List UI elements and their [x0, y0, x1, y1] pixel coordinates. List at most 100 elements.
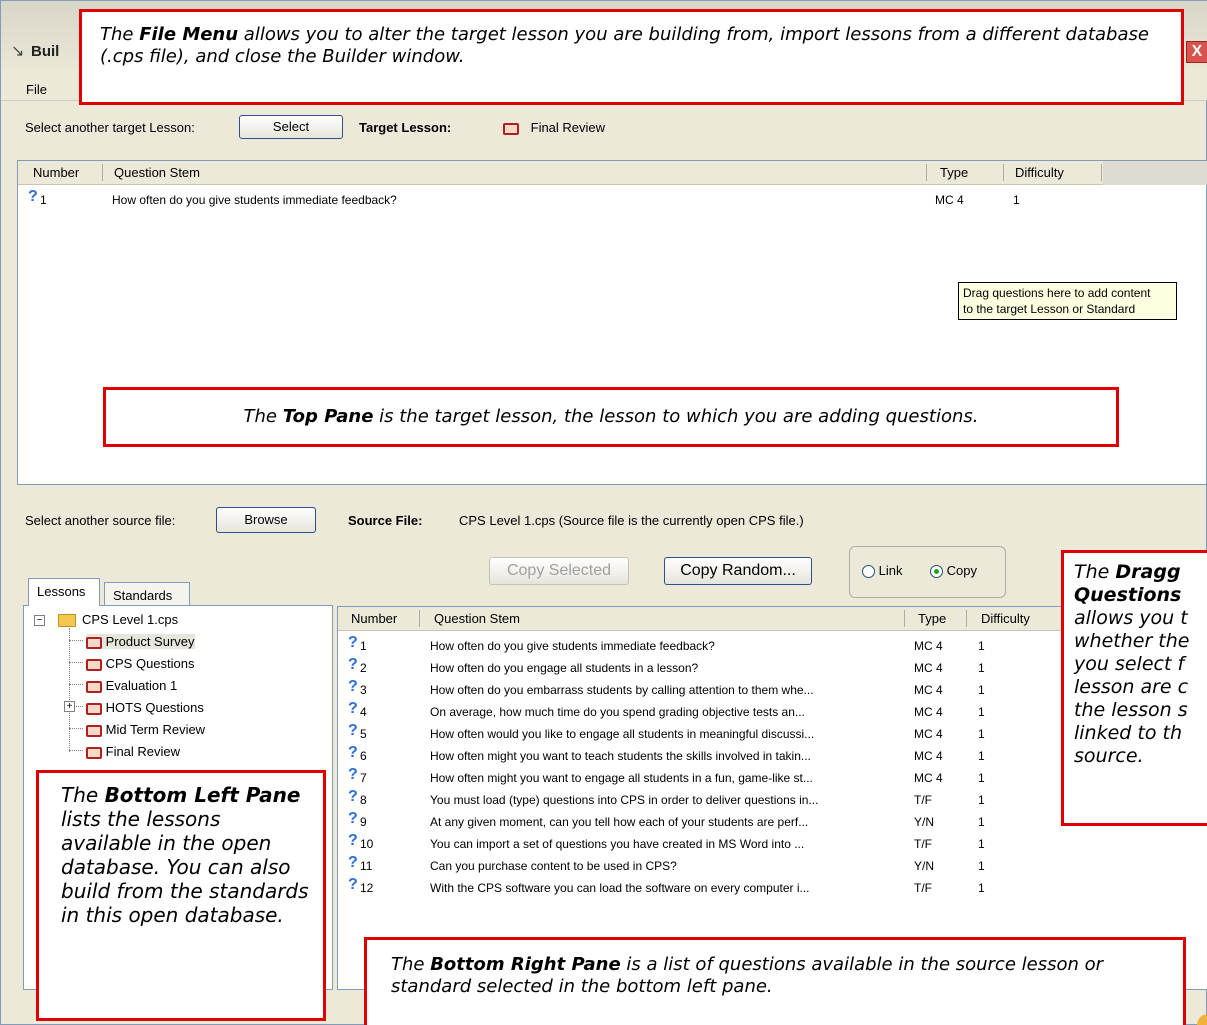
callout-bold: Bottom Left Pane — [104, 783, 301, 807]
menu-file[interactable]: File — [26, 82, 47, 97]
select-source-label: Select another source file: — [25, 513, 176, 528]
tree-item-cps-questions[interactable]: CPS Questions — [86, 656, 195, 671]
col-question-stem[interactable]: Question Stem — [434, 611, 520, 626]
table-row[interactable]: ? 11 Can you purchase content to be used i… — [338, 854, 1207, 876]
col-difficulty[interactable]: Difficulty — [981, 611, 1030, 626]
source-file-label: Source File: — [348, 513, 423, 528]
collapse-icon[interactable]: − — [34, 615, 45, 626]
close-button[interactable]: X — [1186, 41, 1207, 63]
col-type[interactable]: Type — [940, 165, 968, 180]
callout-bold: Questions — [1074, 584, 1182, 606]
row-number: 2 — [360, 661, 367, 675]
question-icon: ? — [348, 678, 358, 695]
copy-radio[interactable] — [930, 565, 943, 579]
row-type: T/F — [914, 793, 932, 807]
row-difficulty: 1 — [978, 661, 985, 675]
copy-selected-button[interactable]: Copy Selected — [489, 557, 629, 585]
row-type: T/F — [914, 881, 932, 895]
row-number: 12 — [360, 881, 374, 895]
select-target-label: Select another target Lesson: — [25, 120, 195, 135]
callout-text: The — [243, 406, 283, 427]
book-icon — [86, 636, 102, 649]
question-icon: ? — [28, 188, 38, 205]
tree-item-label: Final Review — [105, 744, 181, 759]
callout-bold: Bottom Right Pane — [430, 954, 621, 975]
row-number: 10 — [360, 837, 374, 851]
row-stem: At any given moment, can you tell how ea… — [430, 815, 809, 829]
tooltip-line-1: Drag questions here to add content — [963, 286, 1151, 300]
row-number: 5 — [360, 727, 367, 741]
question-icon: ? — [348, 788, 358, 805]
row-difficulty: 1 — [978, 683, 985, 697]
col-difficulty[interactable]: Difficulty — [1015, 165, 1064, 180]
row-difficulty: 1 — [978, 793, 985, 807]
row-difficulty: 1 — [978, 859, 985, 873]
question-icon: ? — [348, 832, 358, 849]
callout-bold: Top Pane — [282, 406, 374, 427]
col-question-stem[interactable]: Question Stem — [114, 165, 200, 180]
row-stem: How often do you give students immediate… — [112, 193, 397, 207]
tree-item-hots-questions[interactable]: HOTS Questions — [86, 700, 204, 715]
tree-item-label: Product Survey — [105, 634, 195, 649]
tab-standards[interactable]: Standards — [104, 582, 190, 606]
row-stem: How often might you want to teach studen… — [430, 749, 811, 763]
copy-option[interactable]: Copy — [930, 563, 977, 579]
file-menu-callout: The File Menu allows you to alter the ta… — [79, 9, 1184, 105]
link-radio[interactable] — [862, 565, 875, 579]
table-row[interactable]: ? 1 How often do you give students immed… — [18, 188, 1206, 210]
builder-window: ↘ Buil X File Select another target Less… — [0, 0, 1207, 1025]
question-icon: ? — [348, 854, 358, 871]
window-title: Buil — [31, 43, 60, 60]
table-row[interactable]: ? 12 With the CPS software you can load th… — [338, 876, 1207, 898]
expand-icon[interactable]: + — [64, 701, 75, 712]
tree-item-final-review[interactable]: Final Review — [86, 744, 180, 759]
row-stem: How often do you engage all students in … — [430, 661, 699, 675]
tree-item-label: CPS Questions — [105, 656, 195, 671]
callout-line: lesson are c — [1074, 676, 1189, 698]
book-icon — [86, 702, 102, 715]
col-number[interactable]: Number — [351, 611, 397, 626]
row-difficulty: 1 — [978, 837, 985, 851]
book-icon — [86, 724, 102, 737]
callout-text: The — [391, 954, 431, 975]
book-icon — [86, 746, 102, 759]
row-type: MC 4 — [914, 705, 943, 719]
row-stem: Can you purchase content to be used in C… — [430, 859, 677, 873]
dragged-questions-callout: The Dragg Questions allows you t whether … — [1061, 550, 1207, 826]
row-type: MC 4 — [914, 727, 943, 741]
question-icon: ? — [348, 744, 358, 761]
callout-text: is the target lesson, the lesson to whic… — [373, 406, 979, 427]
row-difficulty: 1 — [978, 771, 985, 785]
row-number: 6 — [360, 749, 367, 763]
drag-tooltip: Drag questions here to add content to th… — [958, 282, 1177, 320]
browse-button[interactable]: Browse — [216, 507, 316, 533]
callout-line: allows you t — [1074, 607, 1188, 629]
copy-label: Copy — [946, 563, 977, 578]
copy-random-button[interactable]: Copy Random... — [664, 557, 812, 585]
row-type: MC 4 — [914, 639, 943, 653]
callout-text: The — [61, 783, 105, 807]
question-icon: ? — [348, 876, 358, 893]
table-row[interactable]: ? 10 You can import a set of questions you… — [338, 832, 1207, 854]
row-number: 1 — [360, 639, 367, 653]
tree-item-mid-term-review[interactable]: Mid Term Review — [86, 722, 205, 737]
callout-text: lists the lessons available in the open … — [61, 807, 309, 927]
callout-bold: Dragg — [1115, 561, 1181, 583]
col-number[interactable]: Number — [33, 165, 79, 180]
question-icon: ? — [348, 634, 358, 651]
row-stem: How often might you want to engage all s… — [430, 771, 813, 785]
tree-item-label: Evaluation 1 — [105, 678, 178, 693]
link-option[interactable]: Link — [862, 563, 902, 579]
select-button[interactable]: Select — [239, 115, 343, 139]
tab-lessons[interactable]: Lessons — [28, 578, 100, 606]
row-difficulty: 1 — [978, 639, 985, 653]
col-type[interactable]: Type — [918, 611, 946, 626]
row-stem: You can import a set of questions you ha… — [430, 837, 805, 851]
tree-item-evaluation-1[interactable]: Evaluation 1 — [86, 678, 177, 693]
question-icon: ? — [348, 722, 358, 739]
tree-item-label: HOTS Questions — [105, 700, 204, 715]
tree-item-product-survey[interactable]: Product Survey — [86, 634, 195, 649]
row-number: 11 — [360, 859, 373, 873]
row-stem: With the CPS software you can load the s… — [430, 881, 810, 895]
tree-root[interactable]: CPS Level 1.cps — [58, 612, 178, 628]
